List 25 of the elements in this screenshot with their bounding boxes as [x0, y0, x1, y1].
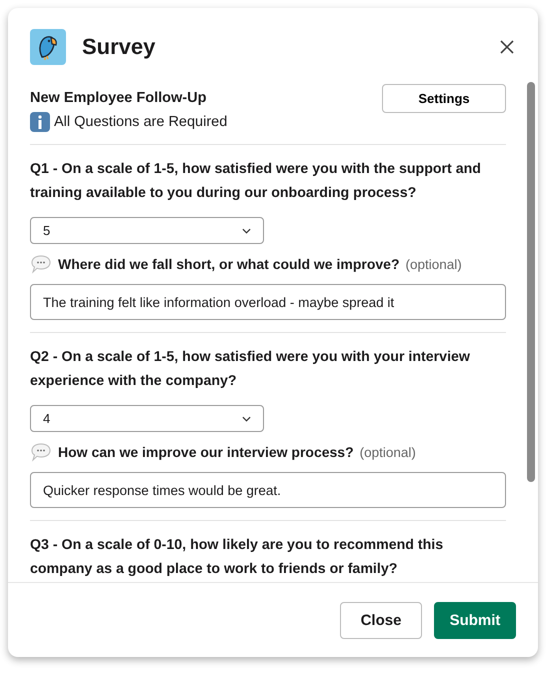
optional-label: (optional) [360, 444, 416, 460]
follow-up-label: Where did we fall short, or what could we improve? [58, 256, 400, 272]
rating-dropdown[interactable]: 5 [30, 217, 264, 244]
close-button[interactable]: Close [340, 602, 422, 638]
parrot-logo-icon [30, 29, 66, 65]
chevron-down-icon [242, 228, 251, 234]
settings-button[interactable]: Settings [382, 84, 506, 113]
rating-dropdown[interactable]: 4 [30, 405, 264, 432]
scrollbar[interactable] [527, 82, 535, 482]
follow-up-label: How can we improve our interview process? [58, 444, 354, 460]
survey-name: New Employee Follow-Up [30, 90, 208, 106]
answer-field[interactable]: Quicker response times would be great. [30, 472, 506, 508]
info-icon [30, 112, 50, 132]
window-title: Survey [82, 34, 156, 60]
speech-bubble-icon [30, 442, 52, 462]
question-text: Q1 - On a scale of 1-5, how satisfied were you with the support and training available to you during our onboarding process? [30, 160, 482, 203]
speech-bubble-icon [30, 254, 52, 274]
notice-text: All Questions are Required [54, 114, 228, 130]
chevron-down-icon [242, 416, 251, 422]
question-text: Q3 - On a scale of 0-10, how likely are you to recommend this company as a good place to work to friends or family? [30, 536, 444, 579]
question-text: Q2 - On a scale of 1-5, how satisfied were you with your interview experience with the company? [30, 348, 471, 391]
close-icon [500, 40, 514, 54]
submit-button[interactable]: Submit [434, 602, 516, 638]
answer-field[interactable]: The training felt like information overload - maybe spread it [30, 284, 506, 320]
optional-label: (optional) [406, 256, 462, 272]
